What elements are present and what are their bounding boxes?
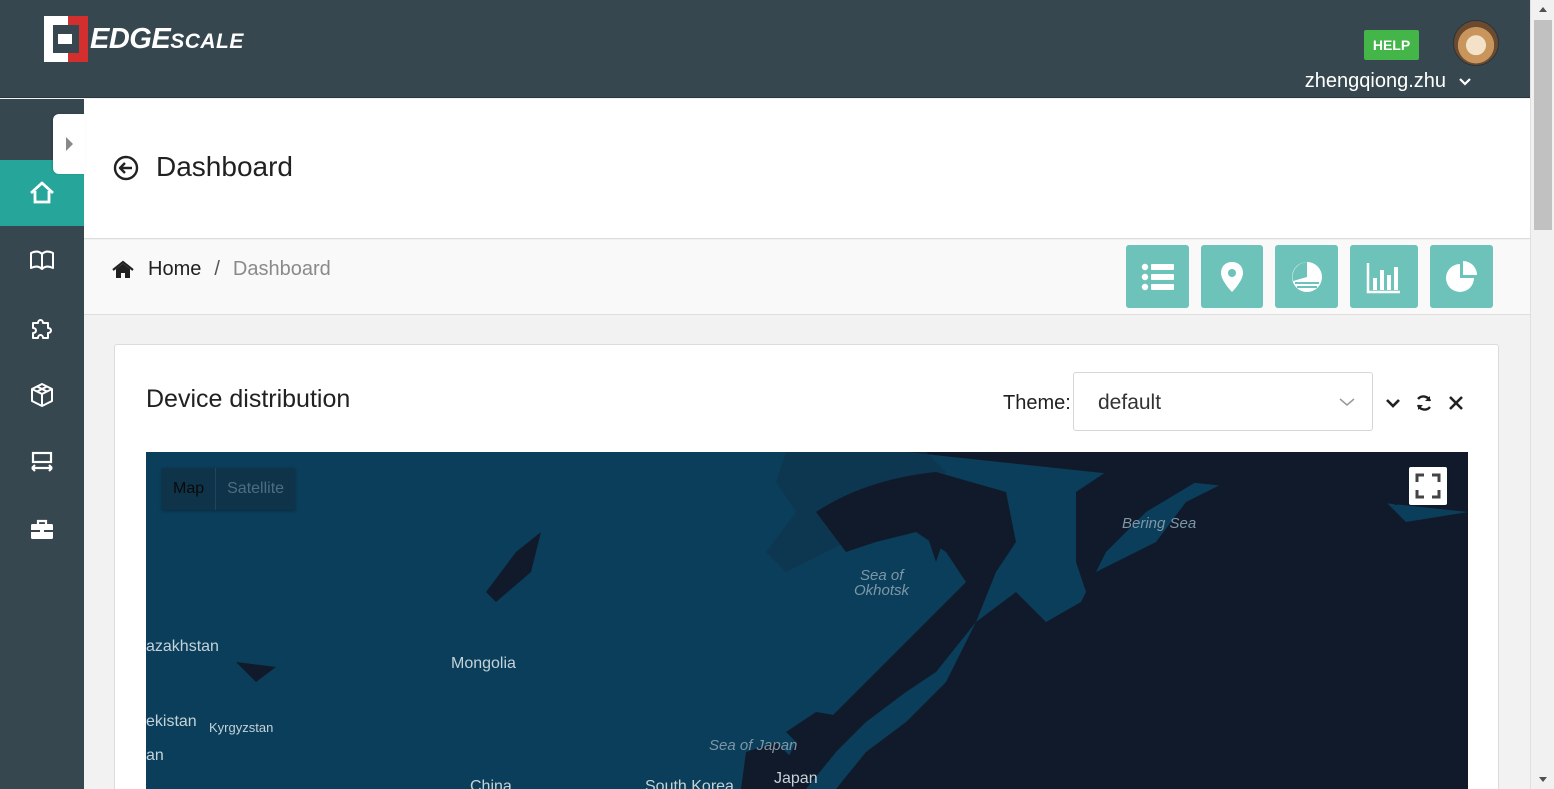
logo-text: EDGE SCALE: [90, 23, 244, 56]
sidebar-item-apps[interactable]: [0, 295, 84, 361]
map-label-south-korea: South Korea: [645, 778, 734, 789]
breadcrumb-home-link[interactable]: Home: [148, 258, 201, 281]
chevron-down-icon: [1459, 77, 1471, 86]
list-icon: [1141, 263, 1174, 290]
home-icon: [112, 260, 134, 278]
map-view-button[interactable]: [1201, 245, 1263, 308]
edgescale-logo[interactable]: EDGE SCALE: [44, 16, 244, 62]
sidebar-item-deploy[interactable]: [0, 430, 84, 496]
user-menu[interactable]: zhengqiong.zhu: [1305, 70, 1472, 93]
map-pin-icon: [1221, 261, 1243, 292]
toolbox-icon: [31, 519, 53, 539]
fullscreen-button[interactable]: [1409, 467, 1447, 505]
device-map[interactable]: Map Satellite Bering Sea Sea of Okhotsk …: [146, 452, 1468, 789]
map-label-kyrgyzstan: Kyrgyzstan: [209, 720, 274, 735]
top-header: EDGE SCALE HELP zhengqiong.zhu: [0, 0, 1530, 98]
pie-view-button[interactable]: [1275, 245, 1338, 308]
back-arrow-icon[interactable]: [113, 155, 139, 181]
pie-slice-icon: [1445, 260, 1477, 292]
map-label-china: China: [470, 778, 512, 789]
help-button[interactable]: HELP: [1364, 30, 1419, 60]
avatar[interactable]: [1453, 20, 1499, 66]
map-label-mongolia: Mongolia: [451, 655, 516, 672]
map-label-an: an: [146, 747, 164, 764]
bar-view-button[interactable]: [1350, 245, 1418, 308]
book-icon: [30, 250, 54, 270]
theme-select-value: default: [1098, 391, 1162, 414]
arrow-down-icon: [1539, 777, 1547, 782]
close-card-icon[interactable]: [1446, 393, 1466, 413]
breadcrumb-current: Dashboard: [232, 258, 331, 280]
username-label: zhengqiong.zhu: [1304, 70, 1446, 92]
sidebar: [0, 99, 84, 789]
theme-select[interactable]: default: [1073, 372, 1373, 431]
map-label-sea-of-okhotsk-1: Sea of: [860, 567, 904, 584]
home-icon: [30, 181, 54, 204]
scrollbar-thumb[interactable]: [1534, 20, 1552, 230]
logo-text-big: EDGE: [90, 22, 171, 55]
map-label-kazakhstan: azakhstan: [146, 638, 219, 655]
breadcrumb-separator: /: [214, 258, 220, 280]
page-scrollbar[interactable]: [1530, 0, 1554, 789]
collapse-card-icon[interactable]: [1383, 393, 1403, 413]
pie-chart-icon: [1291, 261, 1322, 292]
arrow-up-icon: [1539, 7, 1547, 12]
cube-icon: [31, 383, 53, 407]
page-title: Dashboard: [156, 151, 293, 182]
chevron-down-icon: [1339, 398, 1355, 406]
map-label-bering-sea: Bering Sea: [1122, 515, 1197, 532]
sidebar-toggle[interactable]: [53, 114, 85, 174]
refresh-icon[interactable]: [1414, 393, 1434, 413]
map-label-sea-of-okhotsk-2: Okhotsk: [854, 582, 910, 599]
puzzle-icon: [32, 319, 52, 339]
deploy-icon: [31, 451, 53, 472]
caret-right-icon: [66, 137, 73, 151]
map-label-sea-of-japan: Sea of Japan: [709, 737, 798, 754]
pie-slice-view-button[interactable]: [1430, 245, 1493, 308]
scroll-up-button[interactable]: [1531, 0, 1554, 18]
page-header: Dashboard: [84, 99, 1530, 239]
fullscreen-icon: [1415, 473, 1441, 499]
scroll-down-button[interactable]: [1531, 771, 1554, 789]
sidebar-item-models[interactable]: [0, 362, 84, 428]
list-view-button[interactable]: [1126, 245, 1189, 308]
map-label-uzbekistan: ekistan: [146, 713, 197, 730]
logo-mark-icon: [44, 16, 88, 62]
logo-text-small: SCALE: [170, 29, 244, 53]
map-type-map-button[interactable]: Map: [162, 468, 215, 510]
map-type-control: Map Satellite: [162, 468, 296, 510]
theme-label: Theme:: [1003, 392, 1071, 414]
card-title: Device distribution: [146, 385, 351, 413]
sidebar-item-docs[interactable]: [0, 227, 84, 293]
map-label-japan: Japan: [774, 770, 818, 787]
breadcrumb: Home / Dashboard: [112, 258, 331, 281]
map-type-satellite-button[interactable]: Satellite: [215, 468, 295, 510]
bar-chart-icon: [1366, 262, 1400, 293]
sidebar-item-tools[interactable]: [0, 497, 84, 563]
map-background: [236, 452, 1468, 789]
